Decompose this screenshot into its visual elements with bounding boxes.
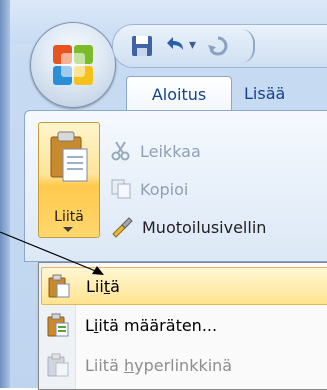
menu-item-label: Liitä: [86, 276, 120, 296]
paste-special-icon: [47, 313, 69, 337]
redo-icon[interactable]: [205, 33, 231, 59]
menu-item-paste[interactable]: Liitä: [41, 267, 327, 305]
paste-hyperlink-icon: [47, 353, 69, 377]
menu-item-paste-as-hyperlink[interactable]: Liitä hyperlinkkinä: [41, 347, 327, 383]
paste-button-label: Liitä: [54, 209, 84, 225]
undo-icon[interactable]: [161, 33, 187, 59]
copy-icon: [111, 179, 131, 199]
paste-button[interactable]: Liitä: [38, 122, 100, 238]
clipboard-icon: [50, 131, 88, 182]
office-button[interactable]: [30, 22, 116, 108]
tab-aloitus[interactable]: Aloitus: [126, 76, 232, 111]
cut-label: Leikkaa: [140, 141, 201, 161]
copy-button[interactable]: Kopioi: [110, 174, 188, 204]
chevron-down-icon: [63, 227, 73, 232]
scissors-icon: [111, 141, 130, 161]
office-logo-icon: [53, 45, 93, 85]
window-edge: [0, 0, 10, 388]
menu-item-paste-special[interactable]: Liitä määräten...: [41, 307, 327, 343]
copy-label: Kopioi: [140, 179, 189, 199]
tab-lisaa[interactable]: Lisää: [244, 76, 327, 110]
brush-icon: [112, 217, 133, 238]
qat-separator: [239, 29, 255, 63]
menu-item-label: Liitä hyperlinkkinä: [85, 355, 233, 375]
save-icon[interactable]: [129, 33, 155, 59]
cut-button[interactable]: Leikkaa: [110, 136, 201, 166]
undo-dropdown-icon[interactable]: ▾: [189, 37, 196, 53]
paste-icon: [48, 274, 70, 298]
ribbon-tabs: Aloitus Lisää: [118, 76, 327, 111]
quick-access-toolbar: ▾: [112, 24, 327, 68]
menu-item-label: Liitä määräten...: [85, 315, 218, 335]
format-painter-button[interactable]: Muotoilusivellin: [110, 212, 266, 242]
format-painter-label: Muotoilusivellin: [142, 217, 267, 237]
tab-label: Aloitus: [151, 84, 207, 104]
paste-dropdown-menu: Liitä Liitä määräten... Liitä hyperlinkk…: [38, 262, 327, 390]
tab-label: Lisää: [244, 83, 286, 103]
